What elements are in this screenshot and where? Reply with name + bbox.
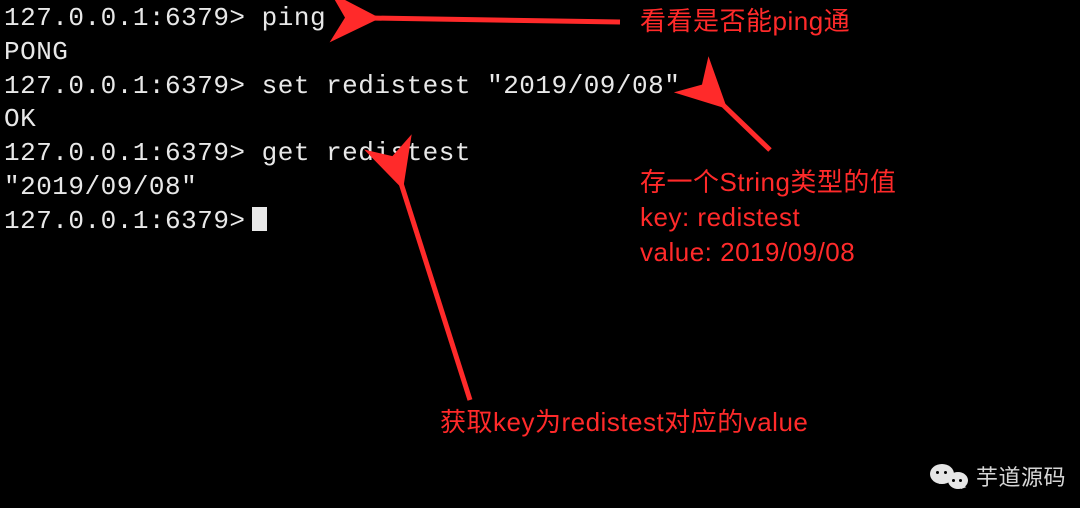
annotation-store: 存一个String类型的值 key: redistest value: 2019… (640, 165, 896, 270)
terminal-window[interactable]: 127.0.0.1:6379> ping PONG 127.0.0.1:6379… (0, 0, 1080, 508)
prompt: 127.0.0.1:6379> (4, 206, 246, 236)
command-text: get redistest (262, 138, 471, 168)
prompt: 127.0.0.1:6379> (4, 71, 246, 101)
terminal-line: 127.0.0.1:6379> set redistest "2019/09/0… (4, 70, 1080, 104)
wechat-icon (930, 462, 968, 494)
command-text: set redistest "2019/09/08" (262, 71, 681, 101)
terminal-output: PONG (4, 36, 1080, 70)
terminal-output: "2019/09/08" (4, 171, 1080, 205)
terminal-line: 127.0.0.1:6379> (4, 205, 1080, 239)
annotation-get: 获取key为redistest对应的value (440, 405, 808, 440)
terminal-output: OK (4, 103, 1080, 137)
watermark: 芋道源码 (930, 462, 1066, 494)
annotation-ping: 看看是否能ping通 (640, 4, 850, 39)
terminal-line: 127.0.0.1:6379> get redistest (4, 137, 1080, 171)
terminal-line: 127.0.0.1:6379> ping (4, 2, 1080, 36)
command-text: ping (262, 3, 326, 33)
prompt: 127.0.0.1:6379> (4, 138, 246, 168)
prompt: 127.0.0.1:6379> (4, 3, 246, 33)
watermark-brand: 芋道源码 (976, 464, 1066, 493)
cursor (252, 207, 267, 231)
